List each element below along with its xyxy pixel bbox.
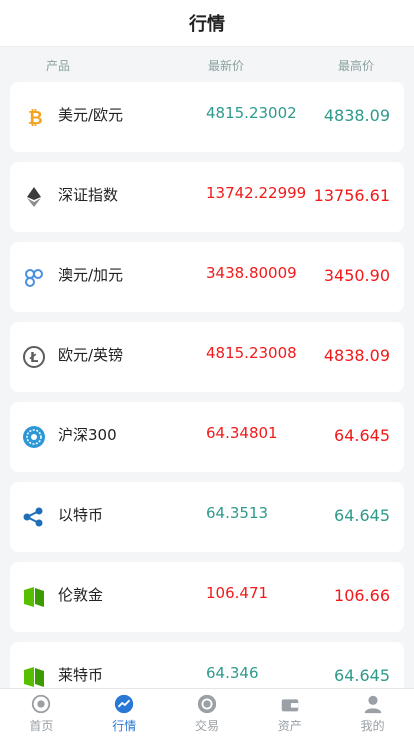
page-title: 行情 xyxy=(189,14,225,35)
tab-home[interactable]: 首页 xyxy=(0,689,83,737)
tab-label: 交易 xyxy=(194,718,219,733)
market-list: ₿ 美元/欧元 4815.23002 4838.09 深证指数 13742.22… xyxy=(10,82,404,722)
home-icon xyxy=(32,694,51,713)
ethereum-icon xyxy=(22,185,46,209)
tab-profile[interactable]: 我的 xyxy=(331,689,414,737)
page-header: 行情 xyxy=(0,0,414,47)
globe-icon xyxy=(22,425,46,449)
bottom-tab-bar: 首页 行情 交易 资产 我的 xyxy=(0,688,414,737)
column-high: 最高价 xyxy=(338,58,375,73)
bitcoin-icon: ₿ xyxy=(22,105,46,129)
svg-text:₿: ₿ xyxy=(28,108,43,129)
column-latest: 最新价 xyxy=(208,58,245,73)
tab-label: 我的 xyxy=(360,718,385,733)
product-name: 莱特币 xyxy=(58,666,104,684)
column-headers: 产品 最新价 最高价 xyxy=(0,47,414,83)
product-name: 深证指数 xyxy=(58,186,119,204)
tab-trade[interactable]: 交易 xyxy=(166,689,249,737)
high-price: 64.645 xyxy=(334,426,390,445)
neo-icon xyxy=(22,665,46,689)
market-row[interactable]: 以特币 64.3513 64.645 xyxy=(10,482,404,552)
tab-label: 行情 xyxy=(112,718,137,733)
market-row[interactable]: 澳元/加元 3438.80009 3450.90 xyxy=(10,242,404,312)
chart-icon xyxy=(115,694,134,713)
latest-price: 4815.23008 xyxy=(206,344,297,362)
latest-price: 4815.23002 xyxy=(206,104,297,122)
dots-icon xyxy=(22,265,46,289)
ripple-icon xyxy=(22,505,46,529)
latest-price: 64.34801 xyxy=(206,424,278,442)
high-price: 4838.09 xyxy=(323,346,390,365)
tab-assets[interactable]: 资产 xyxy=(248,689,331,737)
product-name: 美元/欧元 xyxy=(58,106,124,124)
wallet-icon xyxy=(281,698,299,711)
product-name: 澳元/加元 xyxy=(58,266,124,284)
market-row[interactable]: 伦敦金 106.471 106.66 xyxy=(10,562,404,632)
market-row[interactable]: ₿ 美元/欧元 4815.23002 4838.09 xyxy=(10,82,404,152)
tab-label: 首页 xyxy=(29,718,54,733)
high-price: 64.645 xyxy=(334,506,390,525)
product-name: 以特币 xyxy=(58,506,104,524)
latest-price: 13742.22999 xyxy=(206,184,307,202)
latest-price: 3438.80009 xyxy=(206,264,297,282)
latest-price: 64.346 xyxy=(206,664,259,682)
user-icon xyxy=(364,695,381,713)
latest-price: 106.471 xyxy=(206,584,269,602)
column-product: 产品 xyxy=(46,58,71,73)
high-price: 3450.90 xyxy=(323,266,390,285)
litecoin-icon: Ł xyxy=(22,345,46,369)
neo-icon xyxy=(22,585,46,609)
exchange-icon xyxy=(197,694,217,713)
product-name: 沪深300 xyxy=(58,426,117,444)
high-price: 64.645 xyxy=(334,666,390,685)
market-row[interactable]: 沪深300 64.34801 64.645 xyxy=(10,402,404,472)
high-price: 106.66 xyxy=(334,586,390,605)
latest-price: 64.3513 xyxy=(206,504,269,522)
market-row[interactable]: 深证指数 13742.22999 13756.61 xyxy=(10,162,404,232)
product-name: 欧元/英镑 xyxy=(58,346,124,364)
tab-label: 资产 xyxy=(277,718,302,733)
product-name: 伦敦金 xyxy=(58,586,104,604)
high-price: 13756.61 xyxy=(313,186,390,205)
high-price: 4838.09 xyxy=(323,106,390,125)
svg-text:Ł: Ł xyxy=(29,351,38,366)
tab-market[interactable]: 行情 xyxy=(83,689,166,737)
market-row[interactable]: Ł 欧元/英镑 4815.23008 4838.09 xyxy=(10,322,404,392)
